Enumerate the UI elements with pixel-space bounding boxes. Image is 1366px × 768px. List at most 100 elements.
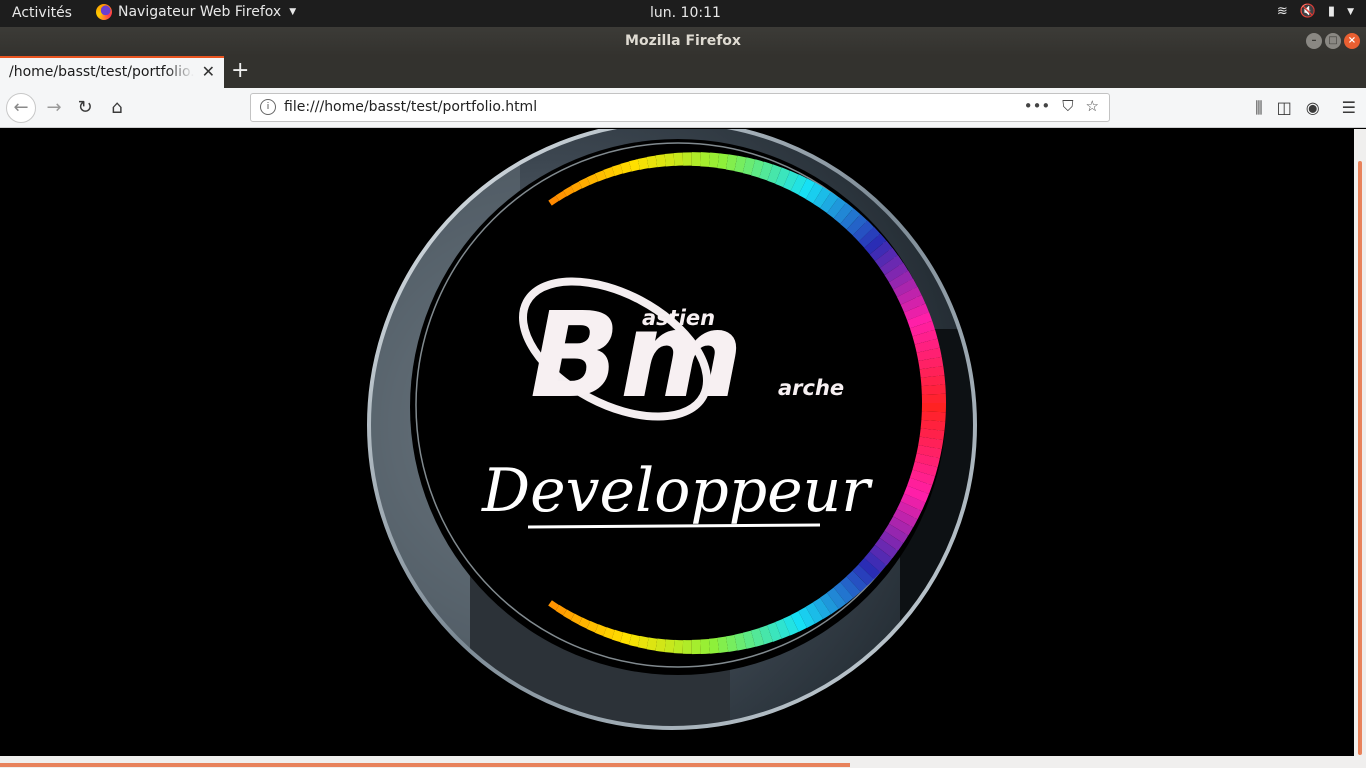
clock[interactable]: lun. 10:11: [650, 5, 721, 21]
ring-segment: [783, 170, 799, 191]
ring-segment: [655, 154, 666, 168]
ring-segment: [879, 530, 904, 551]
library-icon[interactable]: ⫼: [1255, 98, 1262, 118]
ring-segment: [840, 576, 861, 598]
firefox-logo-icon: [96, 4, 112, 20]
ring-segment: [819, 592, 839, 615]
ring-segment: [893, 278, 918, 298]
forward-button[interactable]: →: [40, 94, 68, 122]
sidebar-icon[interactable]: ◫: [1277, 98, 1292, 118]
battery-icon: ▮: [1327, 4, 1336, 19]
ring-segment: [700, 638, 711, 655]
ring-segment: [869, 240, 893, 262]
ring-segment: [909, 469, 936, 486]
ring-segment: [750, 628, 765, 647]
ring-segment: [912, 461, 938, 477]
scrollbar-thumb[interactable]: [1358, 161, 1362, 755]
system-top-bar: Activités Navigateur Web Firefox ▼ lun. …: [0, 0, 1366, 27]
page-actions-icon[interactable]: •••: [1024, 97, 1051, 115]
pocket-icon[interactable]: ⛉: [1062, 97, 1073, 115]
vertical-scrollbar[interactable]: [1354, 129, 1366, 756]
ring-segment: [884, 262, 909, 283]
ring-segment: [798, 606, 816, 628]
ring-segment: [563, 609, 575, 621]
ring-segment: [846, 214, 868, 236]
maximize-button[interactable]: □: [1325, 33, 1341, 49]
url-bar[interactable]: i file:///home/basst/test/portfolio.html…: [250, 93, 1110, 122]
ring-segment: [603, 166, 615, 179]
ring-segment: [767, 164, 782, 184]
ring-segment: [874, 537, 898, 559]
ring-segment: [611, 164, 624, 176]
ring-segment: [708, 637, 720, 654]
ring-segment: [782, 615, 799, 636]
info-icon[interactable]: i: [260, 99, 276, 115]
window-controls: – □ ×: [1306, 33, 1360, 49]
ring-segment: [879, 255, 904, 276]
bookmark-star-icon[interactable]: ☆: [1086, 97, 1099, 115]
window-title-bar: Mozilla Firefox – □ ×: [0, 27, 1366, 56]
back-button[interactable]: ←: [6, 93, 36, 123]
account-icon[interactable]: ◉: [1306, 98, 1320, 118]
ring-segment: [734, 155, 747, 173]
ring-segment: [700, 152, 711, 167]
ring-segment: [812, 597, 832, 620]
chevron-down-icon: ▼: [1347, 6, 1354, 17]
navigation-toolbar: ← → ↻ ⌂ i file:///home/basst/test/portfo…: [0, 88, 1366, 128]
ring-segment: [892, 508, 918, 528]
ring-segment: [916, 347, 942, 362]
ring-segment: [903, 303, 929, 321]
home-button[interactable]: ⌂: [103, 94, 131, 122]
ring-segment: [888, 270, 913, 290]
app-menu-label: Navigateur Web Firefox: [118, 4, 282, 20]
ring-segment: [812, 187, 831, 209]
ring-segment: [874, 247, 898, 269]
ring-segment: [742, 630, 756, 649]
ring-segment: [725, 154, 738, 171]
ring-segment: [742, 157, 756, 176]
scrollbar-thumb[interactable]: [0, 763, 850, 767]
close-icon[interactable]: ✕: [202, 62, 215, 81]
ring-segment: [909, 320, 936, 337]
ring-segment: [555, 604, 567, 616]
activities-button[interactable]: Activités: [12, 5, 72, 21]
tab-portfolio[interactable]: /home/basst/test/portfolio.html ✕: [0, 56, 224, 88]
horizontal-scrollbar[interactable]: [0, 756, 1366, 768]
ring-segment: [919, 428, 945, 441]
ring-segment: [914, 338, 940, 353]
ring-segment: [646, 155, 658, 169]
ring-segment: [655, 638, 666, 652]
ring-segment: [708, 152, 720, 168]
ring-segment: [900, 294, 926, 313]
first-name-text: astien: [642, 306, 715, 330]
ring-segment: [578, 177, 591, 189]
ring-segment: [594, 170, 607, 182]
menu-icon[interactable]: ☰: [1342, 98, 1356, 118]
ring-segment: [896, 286, 922, 305]
ring-segment: [864, 551, 887, 573]
ring-segment: [840, 208, 861, 230]
ring-segment: [805, 182, 824, 204]
ring-segment: [548, 195, 560, 206]
ring-segment: [826, 587, 847, 610]
ring-segment: [900, 493, 926, 512]
ring-segment: [805, 602, 824, 624]
ring-segment: [594, 624, 607, 637]
app-menu[interactable]: Navigateur Web Firefox ▼: [96, 4, 296, 20]
new-tab-button[interactable]: +: [231, 58, 249, 83]
subtitle-underline: [527, 523, 821, 529]
reload-button[interactable]: ↻: [71, 94, 99, 122]
url-text[interactable]: file:///home/basst/test/portfolio.html: [284, 99, 537, 115]
ring-segment: [628, 634, 641, 648]
ring-segment: [717, 153, 729, 170]
ring-segment: [603, 627, 615, 640]
ring-segment: [852, 220, 874, 242]
ring-segment: [734, 632, 747, 651]
ring-segment: [628, 159, 641, 172]
ring-segment: [920, 375, 946, 387]
ring-segment: [864, 233, 887, 255]
system-tray[interactable]: ≋ 🔇 ▮ ▼: [1277, 4, 1354, 19]
close-window-button[interactable]: ×: [1344, 33, 1360, 49]
chevron-down-icon: ▼: [289, 7, 297, 17]
minimize-button[interactable]: –: [1306, 33, 1322, 49]
